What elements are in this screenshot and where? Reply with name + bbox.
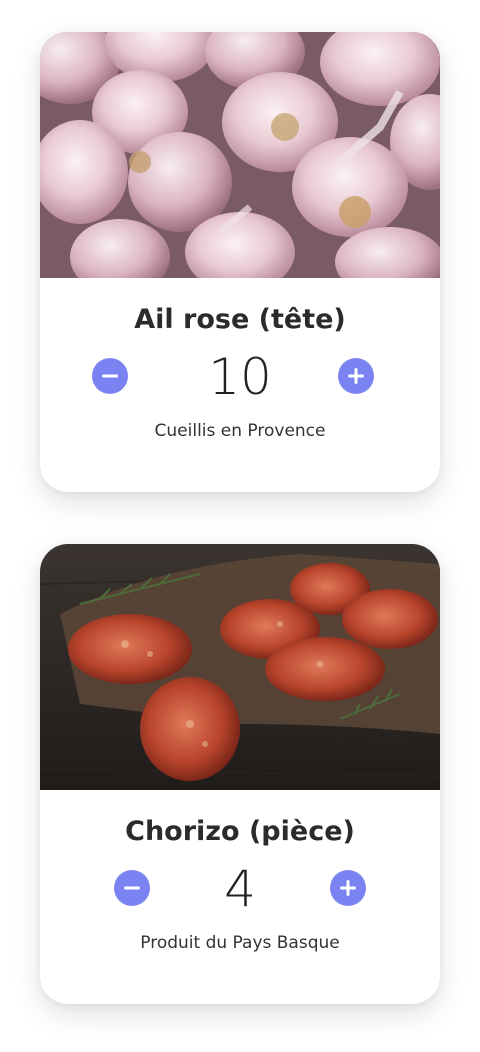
- increment-button[interactable]: [330, 870, 366, 906]
- increment-button[interactable]: [338, 358, 374, 394]
- quantity-value: 10: [208, 348, 272, 406]
- product-origin: Cueillis en Provence: [154, 421, 326, 441]
- quantity-stepper: 4: [40, 864, 440, 920]
- plus-icon: [340, 880, 356, 896]
- plus-icon: [348, 368, 364, 384]
- quantity-value: 4: [224, 860, 256, 918]
- product-origin: Produit du Pays Basque: [140, 933, 340, 953]
- chorizo-photo: [40, 544, 440, 790]
- product-card: Chorizo (pièce) 4 Produit du Pays Basque: [40, 544, 440, 1004]
- quantity-stepper: 10: [40, 352, 440, 408]
- minus-icon: [124, 886, 140, 890]
- product-card: Ail rose (tête) 10 Cueillis en Provence: [40, 32, 440, 492]
- decrement-button[interactable]: [92, 358, 128, 394]
- garlic-photo: [40, 32, 440, 278]
- product-title: Chorizo (pièce): [125, 816, 355, 847]
- minus-icon: [102, 374, 118, 378]
- decrement-button[interactable]: [114, 870, 150, 906]
- product-title: Ail rose (tête): [134, 304, 346, 335]
